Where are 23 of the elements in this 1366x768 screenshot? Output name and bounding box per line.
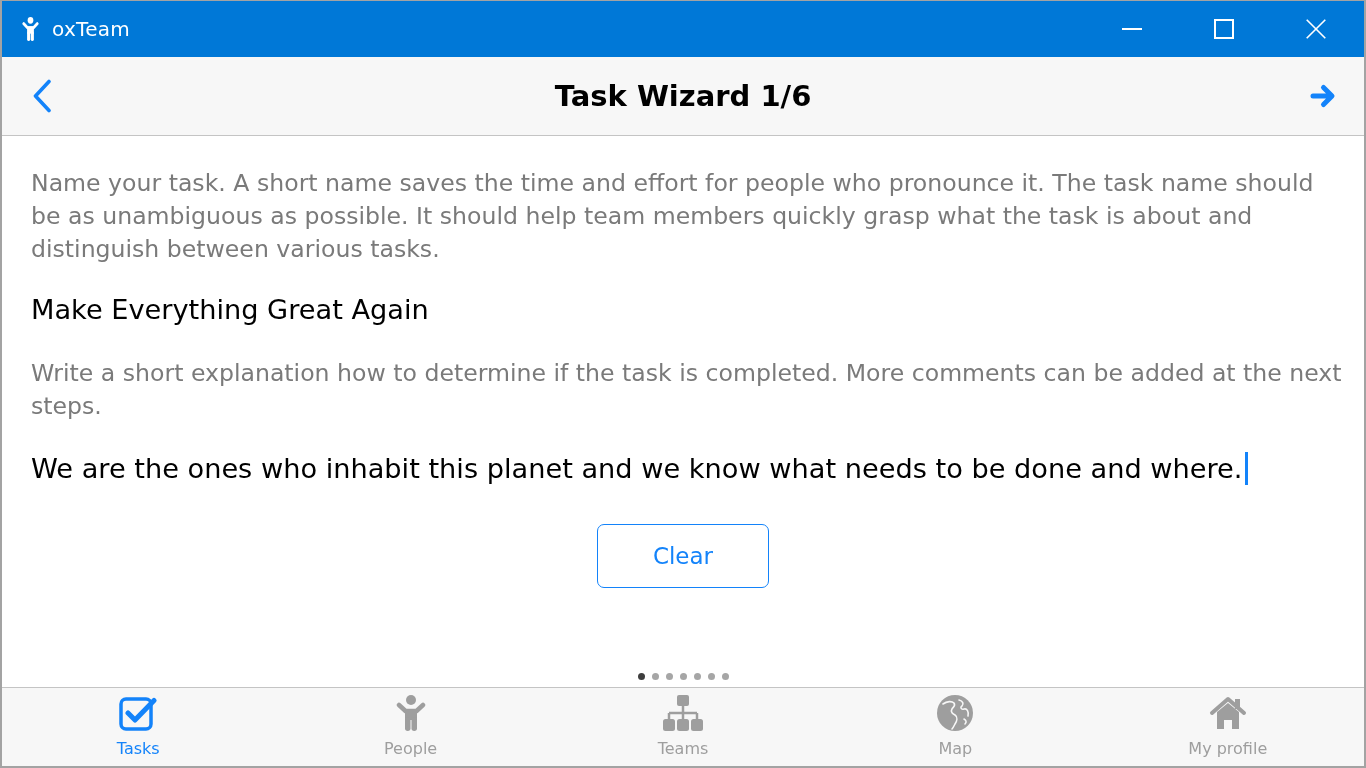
maximize-icon[interactable] (1214, 19, 1234, 39)
checkbox-icon (119, 695, 158, 731)
clear-button[interactable]: Clear (597, 524, 769, 588)
org-chart-icon (663, 695, 703, 731)
forward-arrow-icon[interactable] (1310, 83, 1336, 109)
nav-tab[interactable]: People (382, 688, 440, 766)
text-field[interactable]: We are the ones who inhabit this planet and we know what needs to be done and where. (31, 447, 1345, 491)
globe-icon (937, 695, 974, 731)
house-icon (1208, 696, 1247, 730)
field-hint: Write a short explanation how to determine if the task is completed. More comments can be added at the next steps. (31, 358, 1343, 422)
field-hint: Name your task. A short name saves the time and effort for people who pronounce it. The task name should be as unambiguous as possible. It should help team members quickly grasp what the task is about and distinguish between various tasks. (31, 168, 1315, 265)
window-title: oxTeam (52, 17, 131, 41)
text-cursor (1244, 452, 1248, 485)
person-icon (395, 695, 426, 731)
text-field[interactable]: Make Everything Great Again (31, 290, 1345, 330)
nav-tab[interactable]: Teams (655, 688, 711, 766)
nav-tab[interactable]: Map (935, 688, 976, 766)
back-chevron-icon[interactable] (32, 79, 52, 113)
close-icon[interactable] (1306, 19, 1326, 39)
nav-tab[interactable]: Tasks (114, 688, 162, 766)
page-title: Task Wizard 1/6 (554, 79, 812, 113)
nav-tab[interactable]: My profile (1186, 688, 1270, 766)
app-person-icon (22, 17, 39, 41)
